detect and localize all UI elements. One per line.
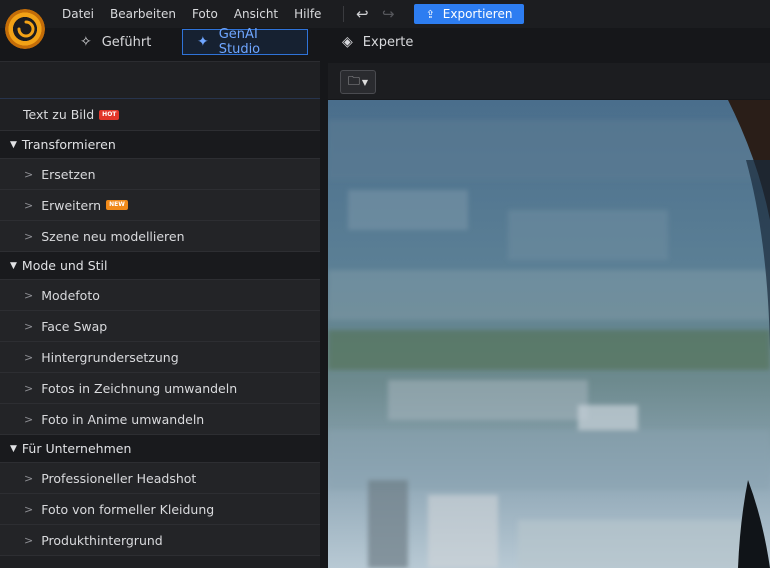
hot-badge: HOT [99, 109, 120, 120]
sidebar: Text zu Bild HOT ▼ Transformieren > Erse… [0, 61, 320, 568]
sidebar-item-label: Ersetzen [41, 166, 96, 182]
menu-ansicht[interactable]: Ansicht [234, 7, 278, 21]
sidebar-item-formelle-kleidung[interactable]: > Foto von formeller Kleidung [0, 494, 320, 525]
sidebar-item-label: Fotos in Zeichnung umwandeln [41, 380, 238, 396]
chevron-right-icon: > [24, 381, 34, 395]
folder-icon: 🗀 [347, 73, 360, 88]
sidebar-item-modefoto[interactable]: > Modefoto [0, 280, 320, 311]
canvas-toolbar: 🗀 ▼ [328, 63, 770, 99]
sidebar-item-label: Szene neu modellieren [41, 228, 185, 244]
caret-down-icon: ▼ [10, 260, 17, 271]
chevron-right-icon: > [24, 350, 34, 364]
menu-bearbeiten[interactable]: Bearbeiten [110, 7, 176, 21]
sidebar-item-professioneller-headshot[interactable]: > Professioneller Headshot [0, 463, 320, 494]
section-title: Für Unternehmen [21, 441, 132, 456]
sidebar-item-label: Professioneller Headshot [41, 470, 197, 486]
photo-canvas[interactable] [328, 100, 770, 568]
sidebar-item-szene-neu-modellieren[interactable]: > Szene neu modellieren [0, 221, 320, 252]
chevron-right-icon: > [24, 502, 34, 516]
layers-icon: ◈ [342, 34, 353, 50]
magic-wand-icon: ✧ [80, 34, 92, 50]
chevron-right-icon: > [24, 533, 34, 547]
tab-label: Geführt [101, 34, 152, 50]
tab-experte[interactable]: ◈ Experte [342, 29, 413, 55]
sidebar-item-label: Foto in Anime umwandeln [41, 411, 205, 427]
sidebar-item-face-swap[interactable]: > Face Swap [0, 311, 320, 342]
toolbar-divider [343, 6, 344, 22]
sidebar-item-fotos-in-zeichnung[interactable]: > Fotos in Zeichnung umwandeln [0, 373, 320, 404]
chevron-down-icon: ▼ [361, 77, 369, 87]
section-header-transformieren[interactable]: ▼ Transformieren [0, 131, 320, 159]
city-photo [328, 100, 770, 568]
chevron-right-icon: > [24, 412, 34, 426]
chevron-right-icon: > [24, 198, 34, 212]
sidebar-item-text-zu-bild[interactable]: Text zu Bild HOT [0, 99, 320, 131]
redo-icon[interactable]: ↪ [382, 5, 395, 23]
sidebar-header [0, 61, 320, 99]
menu-bar: Datei Bearbeiten Foto Ansicht Hilfe [62, 0, 337, 28]
open-folder-button[interactable]: 🗀 ▼ [340, 70, 376, 94]
sidebar-item-erweitern[interactable]: > Erweitern NEW [0, 190, 320, 221]
sidebar-item-hintergrundersetzung[interactable]: > Hintergrundersetzung [0, 342, 320, 373]
section-header-fuer-unternehmen[interactable]: ▼ Für Unternehmen [0, 435, 320, 463]
tab-gefuehrt[interactable]: ✧ Geführt [80, 29, 151, 55]
section-header-mode-und-stil[interactable]: ▼ Mode und Stil [0, 252, 320, 280]
tab-label: Experte [362, 34, 414, 50]
section-title: Mode und Stil [21, 258, 108, 273]
chevron-right-icon: > [24, 167, 34, 181]
title-bar: Datei Bearbeiten Foto Ansicht Hilfe ↩ ↪ … [0, 0, 770, 28]
sidebar-item-label: Face Swap [41, 318, 108, 334]
sidebar-item-label: Hintergrundersetzung [41, 349, 179, 365]
export-label: Exportieren [442, 7, 513, 21]
sidebar-item-label: Text zu Bild [23, 107, 95, 122]
app-logo[interactable] [5, 9, 45, 49]
export-button[interactable]: ⇪ Exportieren [414, 4, 524, 24]
section-title: Transformieren [21, 137, 116, 152]
undo-icon[interactable]: ↩ [356, 5, 369, 23]
menu-datei[interactable]: Datei [62, 7, 94, 21]
export-icon: ⇪ [425, 7, 435, 21]
sparkle-icon: ✦ [197, 34, 209, 50]
chevron-right-icon: > [24, 229, 34, 243]
sidebar-item-ersetzen[interactable]: > Ersetzen [0, 159, 320, 190]
mode-tabs: ✧ Geführt ✦ GenAI Studio ◈ Experte [0, 27, 770, 58]
caret-down-icon: ▼ [10, 139, 17, 150]
sidebar-item-label: Modefoto [41, 287, 100, 303]
new-badge: NEW [106, 200, 128, 210]
menu-foto[interactable]: Foto [192, 7, 218, 21]
sidebar-item-foto-in-anime[interactable]: > Foto in Anime umwandeln [0, 404, 320, 435]
tab-genai-studio[interactable]: ✦ GenAI Studio [182, 27, 308, 57]
sidebar-item-label: Foto von formeller Kleidung [41, 501, 215, 517]
chevron-right-icon: > [24, 288, 34, 302]
caret-down-icon: ▼ [10, 443, 17, 454]
chevron-right-icon: > [24, 319, 34, 333]
sidebar-item-label: Erweitern [41, 197, 102, 213]
menu-hilfe[interactable]: Hilfe [294, 7, 321, 21]
sidebar-item-produkthintergrund[interactable]: > Produkthintergrund [0, 525, 320, 556]
sidebar-item-label: Produkthintergrund [41, 532, 163, 548]
tab-label: GenAI Studio [218, 27, 261, 57]
chevron-right-icon: > [24, 471, 34, 485]
